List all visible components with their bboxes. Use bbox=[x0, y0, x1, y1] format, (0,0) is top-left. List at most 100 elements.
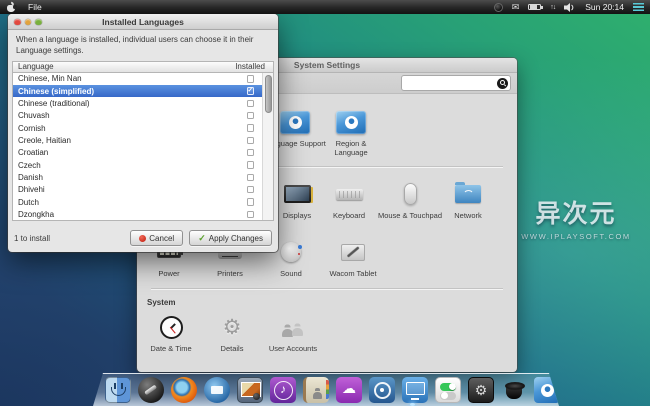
dock-item-displays-app[interactable] bbox=[402, 377, 428, 403]
language-row[interactable]: Chinese (traditional) bbox=[13, 97, 273, 109]
language-name: Dzongkha bbox=[18, 210, 54, 219]
installed-languages-dialog: Installed Languages When a language is i… bbox=[8, 14, 278, 252]
language-row[interactable]: Chinese (simplified) ✓ bbox=[13, 85, 273, 97]
dock-item-system-utility[interactable] bbox=[468, 377, 494, 403]
dock-item-cloud-app[interactable] bbox=[336, 377, 362, 403]
settings-item-mouse-touchpad[interactable]: Mouse & Touchpad bbox=[377, 180, 443, 220]
settings-item-region-language[interactable]: Region & Language bbox=[318, 108, 384, 158]
installed-checkbox[interactable] bbox=[247, 100, 255, 108]
installed-checkbox[interactable] bbox=[247, 112, 255, 120]
cancel-button[interactable]: Cancel bbox=[130, 230, 183, 246]
language-name: Croatian bbox=[18, 148, 48, 157]
desktop: 异次元 WWW.IPLAYSOFT.COM System Settings La… bbox=[0, 0, 650, 406]
settings-item-details[interactable]: Details bbox=[199, 313, 265, 353]
network-icon bbox=[455, 185, 481, 203]
menu-file[interactable]: File bbox=[28, 2, 42, 12]
menu-clock[interactable]: Sun 20:14 bbox=[585, 2, 624, 12]
installed-checkbox[interactable] bbox=[247, 149, 255, 157]
installed-checkbox[interactable] bbox=[247, 75, 255, 83]
dock-item-contacts[interactable] bbox=[303, 377, 329, 403]
settings-window-title: System Settings bbox=[294, 60, 360, 70]
language-row[interactable]: Chuvash bbox=[13, 110, 273, 122]
system-section-header: System bbox=[147, 298, 175, 307]
language-row[interactable]: Cornish bbox=[13, 122, 273, 134]
dock-item-toggles-app[interactable] bbox=[435, 377, 461, 403]
apply-check-icon: ✓ bbox=[198, 234, 206, 243]
language-row[interactable]: Dzongkha bbox=[13, 208, 273, 220]
dialog-titlebar[interactable]: Installed Languages bbox=[8, 14, 278, 30]
language-name: Chinese, Min Nan bbox=[18, 74, 82, 83]
language-row[interactable]: Czech bbox=[13, 159, 273, 171]
dock-item-music[interactable] bbox=[270, 377, 296, 403]
dock-item-trash[interactable] bbox=[501, 377, 527, 403]
installed-checkbox[interactable] bbox=[247, 124, 255, 132]
mail-icon[interactable]: ✉ bbox=[512, 3, 520, 12]
dialog-description: When a language is installed, individual… bbox=[8, 30, 278, 61]
installed-checkbox[interactable] bbox=[247, 174, 255, 182]
dock-item-language-support[interactable] bbox=[534, 377, 560, 403]
search-input[interactable] bbox=[401, 75, 511, 91]
session-menu-icon[interactable] bbox=[633, 3, 644, 11]
network-arrows-icon[interactable]: ↑↓ bbox=[550, 4, 555, 11]
dock bbox=[93, 373, 559, 406]
window-controls bbox=[14, 19, 42, 26]
table-header: Language Installed bbox=[12, 61, 274, 73]
language-name: Czech bbox=[18, 161, 41, 170]
gear-icon bbox=[223, 313, 242, 341]
language-row[interactable]: Chinese, Min Nan bbox=[13, 73, 273, 85]
language-name: Cornish bbox=[18, 124, 46, 133]
language-support-icon bbox=[280, 111, 310, 134]
scrollbar-thumb[interactable] bbox=[265, 75, 272, 113]
language-name: Dhivehi bbox=[18, 185, 45, 194]
dock-item-packages-app[interactable] bbox=[369, 377, 395, 403]
watermark: 异次元 WWW.IPLAYSOFT.COM bbox=[512, 194, 640, 241]
language-row[interactable]: Creole, Haitian bbox=[13, 134, 273, 146]
language-name: Chinese (simplified) bbox=[18, 87, 94, 96]
language-list[interactable]: Chinese, Min NanChinese (simplified)✓Chi… bbox=[12, 73, 274, 221]
language-row[interactable]: Croatian bbox=[13, 147, 273, 159]
language-row[interactable]: Danish bbox=[13, 171, 273, 183]
dialog-footer: 1 to install Cancel ✓ Apply Changes bbox=[8, 224, 278, 252]
dock-item-finder[interactable] bbox=[105, 377, 131, 403]
volume-icon[interactable] bbox=[564, 3, 576, 12]
wacom-tablet-icon bbox=[341, 244, 365, 261]
users-icon bbox=[280, 317, 306, 337]
installed-checkbox[interactable] bbox=[247, 186, 255, 194]
installed-checkbox[interactable]: ✓ bbox=[247, 87, 255, 95]
language-name: Creole, Haitian bbox=[18, 136, 71, 145]
settings-item-keyboard[interactable]: Keyboard bbox=[316, 180, 382, 220]
minimize-icon[interactable] bbox=[25, 19, 32, 26]
settings-item-date-time[interactable]: Date & Time bbox=[138, 313, 204, 353]
language-name: Chuvash bbox=[18, 111, 50, 120]
settings-item-network[interactable]: Network bbox=[435, 180, 501, 220]
installed-checkbox[interactable] bbox=[247, 198, 255, 206]
language-row[interactable]: Dhivehi bbox=[13, 184, 273, 196]
mouse-icon bbox=[404, 183, 417, 205]
search-icon[interactable] bbox=[497, 78, 508, 89]
dock-item-rocket-app[interactable] bbox=[138, 377, 164, 403]
dock-item-photos[interactable] bbox=[237, 377, 263, 403]
settings-item-user-accounts[interactable]: User Accounts bbox=[260, 313, 326, 353]
installed-checkbox[interactable] bbox=[247, 211, 255, 219]
language-row[interactable]: Dutch bbox=[13, 196, 273, 208]
section-divider bbox=[151, 288, 503, 289]
zoom-icon[interactable] bbox=[35, 19, 42, 26]
installed-checkbox[interactable] bbox=[247, 137, 255, 145]
sound-icon bbox=[281, 242, 301, 262]
settings-item-wacom-tablet[interactable]: Wacom Tablet bbox=[320, 238, 386, 278]
status-circle-icon[interactable] bbox=[494, 3, 503, 12]
scrollbar[interactable] bbox=[262, 73, 273, 220]
displays-icon bbox=[284, 185, 311, 203]
clock-icon bbox=[160, 316, 183, 339]
installed-checkbox[interactable] bbox=[247, 161, 255, 169]
region-language-icon bbox=[336, 111, 366, 134]
apply-changes-button[interactable]: ✓ Apply Changes bbox=[189, 230, 272, 246]
dock-item-firefox[interactable] bbox=[171, 377, 197, 403]
apple-menu-icon[interactable] bbox=[6, 2, 16, 12]
battery-icon[interactable] bbox=[528, 4, 541, 11]
dock-item-thunderbird[interactable] bbox=[204, 377, 230, 403]
close-icon[interactable] bbox=[14, 19, 21, 26]
cancel-icon bbox=[139, 235, 146, 242]
keyboard-icon bbox=[336, 189, 363, 200]
watermark-title: 异次元 bbox=[512, 194, 640, 230]
